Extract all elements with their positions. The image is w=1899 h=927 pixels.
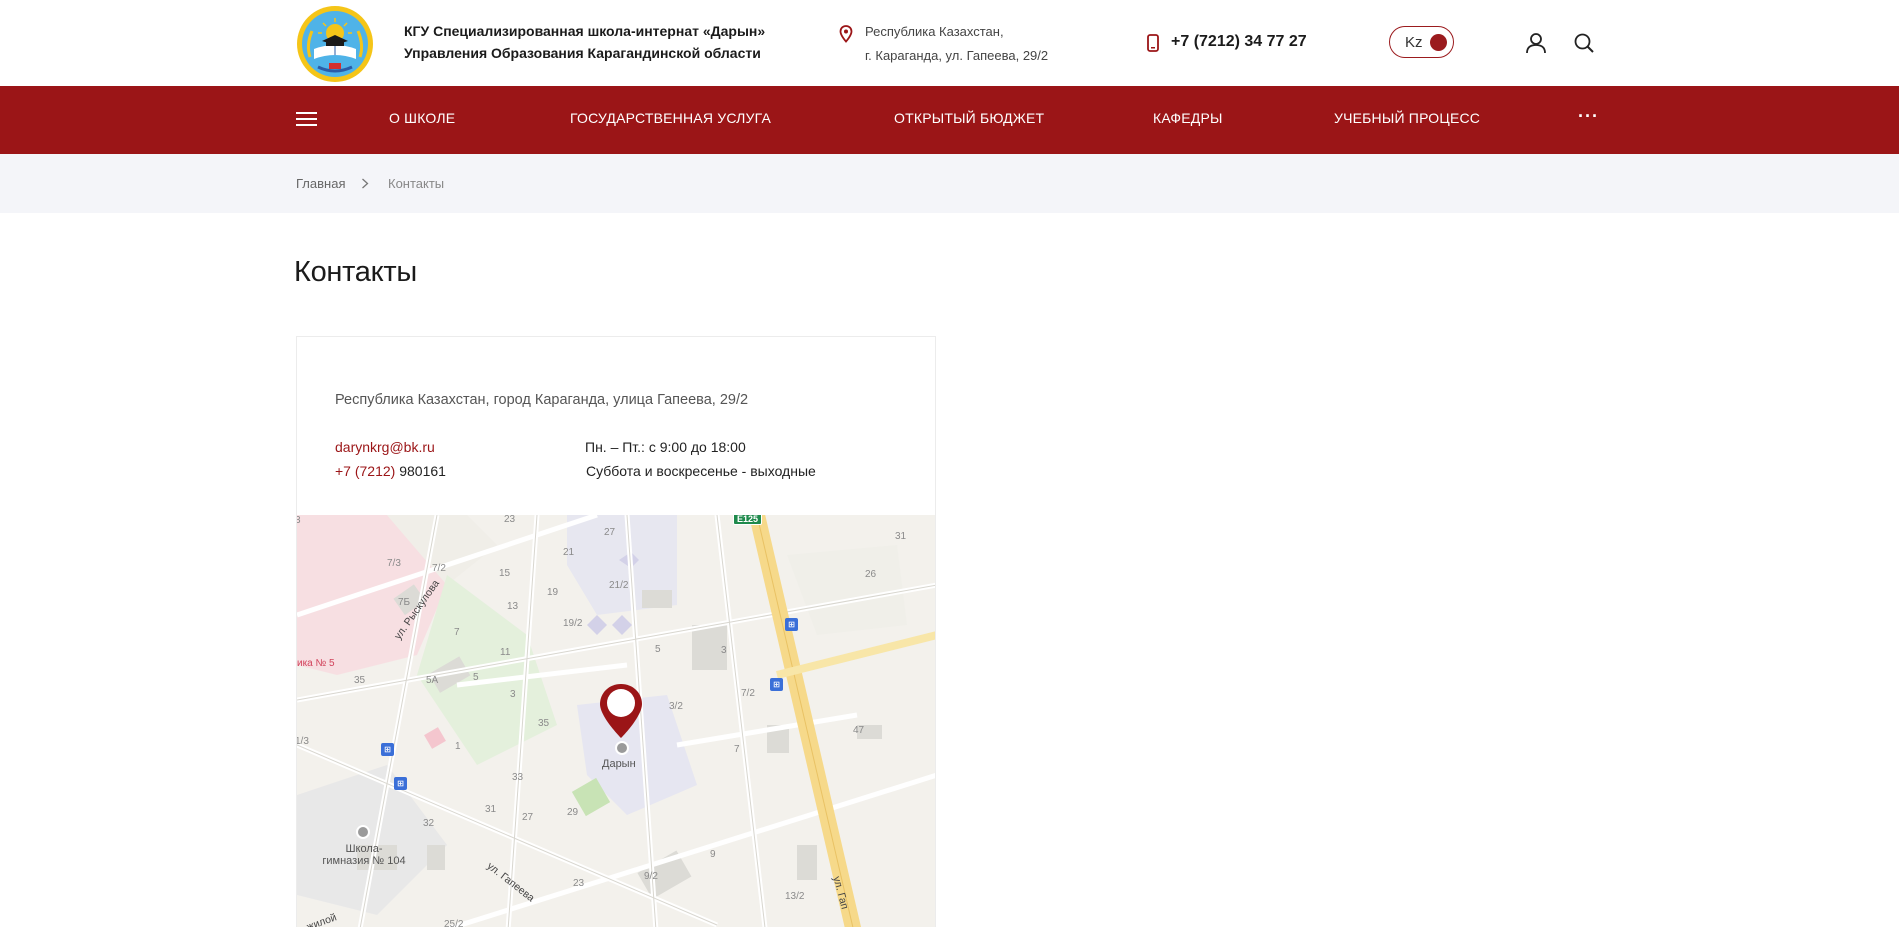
more-icon[interactable]: ··· bbox=[1578, 107, 1599, 125]
house-number: 35 bbox=[354, 675, 366, 686]
house-number: 32 bbox=[423, 818, 435, 829]
weekend-info: Суббота и воскресенье - выходные bbox=[586, 463, 816, 479]
phone-code: +7 (7212) bbox=[335, 463, 396, 479]
house-number: 31 bbox=[895, 531, 907, 542]
phone-icon bbox=[1147, 34, 1159, 52]
house-number: 23 bbox=[573, 878, 585, 889]
house-number: 21 bbox=[563, 547, 575, 558]
school-label-line2: гимназия № 104 bbox=[322, 855, 406, 867]
house-number: 3/2 bbox=[669, 701, 683, 712]
breadcrumb-current: Контакты bbox=[388, 176, 445, 191]
contact-address: Республика Казахстан, город Караганда, у… bbox=[335, 392, 749, 408]
nav-item-public-service[interactable]: ГОСУДАРСТВЕННАЯ УСЛУГА bbox=[570, 110, 771, 126]
house-number: 7/3 bbox=[387, 558, 401, 569]
header-address-line1: Республика Казахстан, bbox=[865, 24, 1004, 39]
house-number: 3 bbox=[510, 689, 516, 700]
house-number: 7 bbox=[734, 744, 740, 755]
bus-stop-icon: ⊞ bbox=[394, 777, 407, 790]
location-pin-icon bbox=[839, 25, 853, 43]
contact-phone-link[interactable]: +7 (7212) 980161 bbox=[335, 463, 446, 479]
house-number: 3 bbox=[297, 515, 301, 526]
house-number: 26 bbox=[865, 569, 877, 580]
house-number: 35 bbox=[538, 718, 550, 729]
house-number: 11 bbox=[500, 647, 511, 658]
menu-icon[interactable] bbox=[296, 112, 317, 128]
house-number: 15 bbox=[499, 568, 511, 579]
house-number: 7/2 bbox=[741, 688, 755, 699]
house-number: 27 bbox=[522, 812, 534, 823]
org-name[interactable]: КГУ Специализированная школа-интернат «Д… bbox=[404, 20, 765, 64]
contact-email-link[interactable]: darynkrg@bk.ru bbox=[335, 439, 435, 455]
bus-stop-icon: ⊞ bbox=[770, 678, 783, 691]
school-poi-icon bbox=[356, 825, 370, 839]
school-label: Школа- гимназия № 104 bbox=[319, 843, 409, 867]
map-pin-icon[interactable] bbox=[597, 682, 645, 740]
house-number: 7 bbox=[454, 627, 460, 638]
nav-item-open-budget[interactable]: ОТКРЫТЫЙ БЮДЖЕТ bbox=[894, 110, 1044, 126]
language-label: Kz bbox=[1405, 33, 1423, 51]
clinic-label: ика № 5 bbox=[297, 658, 335, 669]
house-number: 47 bbox=[853, 725, 865, 736]
house-number: 27 bbox=[604, 527, 616, 538]
header-address-line2: г. Караганда, ул. Гапеева, 29/2 bbox=[865, 48, 1049, 63]
house-number: 5 bbox=[655, 644, 661, 655]
header-phone-link[interactable]: +7 (7212) 34 77 27 bbox=[1171, 33, 1307, 51]
house-number: 33 bbox=[512, 772, 524, 783]
house-number: 9/2 bbox=[644, 871, 658, 882]
house-number: 29 bbox=[567, 807, 579, 818]
map-pin-label: Дарын bbox=[602, 758, 636, 770]
house-number: 5 bbox=[473, 672, 479, 683]
site-header: КГУ Специализированная школа-интернат «Д… bbox=[0, 0, 1899, 86]
contact-card: Республика Казахстан, город Караганда, у… bbox=[296, 336, 936, 927]
main-nav: О ШКОЛЕ ГОСУДАРСТВЕННАЯ УСЛУГА ОТКРЫТЫЙ … bbox=[0, 86, 1899, 154]
house-number: 9 bbox=[710, 849, 716, 860]
bus-stop-icon: ⊞ bbox=[785, 618, 798, 631]
house-number: 1/3 bbox=[297, 736, 309, 747]
user-icon[interactable] bbox=[1525, 32, 1547, 54]
page-title: Контакты bbox=[294, 256, 417, 288]
house-number: 25/2 bbox=[444, 919, 464, 927]
school-label-line1: Школа- bbox=[345, 843, 383, 855]
toggle-knob bbox=[1430, 34, 1447, 51]
school-logo[interactable] bbox=[296, 5, 374, 83]
target-poi-icon bbox=[615, 741, 629, 755]
org-name-line2: Управления Образования Карагандинской об… bbox=[404, 45, 761, 61]
house-number: 31 bbox=[485, 804, 497, 815]
house-number: 5А bbox=[426, 675, 439, 686]
search-icon[interactable] bbox=[1573, 32, 1595, 54]
nav-item-education-process[interactable]: УЧЕБНЫЙ ПРОЦЕСС bbox=[1334, 110, 1480, 126]
house-number: 23 bbox=[504, 515, 516, 525]
org-name-line1: КГУ Специализированная школа-интернат «Д… bbox=[404, 23, 766, 39]
house-number: 13/2 bbox=[785, 891, 805, 902]
house-number: 13 bbox=[507, 601, 519, 612]
house-number: 21/2 bbox=[609, 580, 629, 591]
working-hours: Пн. – Пт.: с 9:00 до 18:00 bbox=[585, 439, 746, 455]
house-number: 3 bbox=[721, 645, 727, 656]
nav-item-departments[interactable]: КАФЕДРЫ bbox=[1153, 110, 1223, 126]
chevron-right-icon bbox=[362, 178, 369, 189]
house-number: 1 bbox=[455, 741, 461, 752]
house-number: 7/2 bbox=[432, 563, 446, 574]
breadcrumb: Главная Контакты bbox=[0, 154, 1899, 213]
location-map[interactable]: E125 23 27 31 21 7/3 15 7/2 21/2 26 13 1… bbox=[297, 515, 935, 927]
phone-number: 980161 bbox=[395, 463, 446, 479]
house-number: 19/2 bbox=[563, 618, 583, 629]
header-address: Республика Казахстан, г. Караганда, ул. … bbox=[865, 20, 1048, 68]
breadcrumb-home[interactable]: Главная bbox=[296, 176, 345, 191]
language-toggle[interactable]: Kz bbox=[1389, 26, 1454, 58]
nav-item-about[interactable]: О ШКОЛЕ bbox=[389, 110, 455, 126]
house-number: 19 bbox=[547, 587, 559, 598]
road-sign-e125: E125 bbox=[733, 515, 763, 525]
bus-stop-icon: ⊞ bbox=[381, 743, 394, 756]
house-number: 7Б bbox=[398, 597, 411, 608]
